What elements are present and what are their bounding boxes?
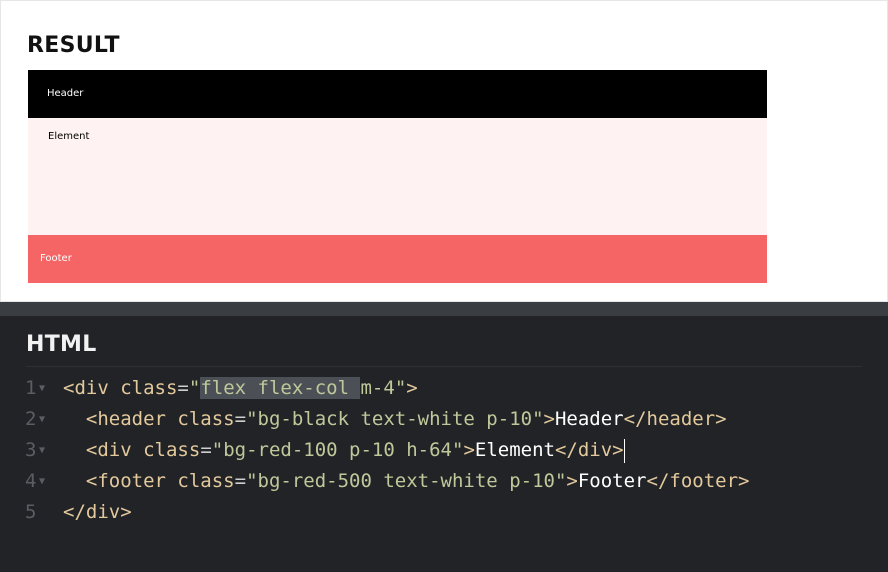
line-number: 3 ▼ (25, 435, 61, 466)
line-number: 5 (25, 501, 37, 523)
chevron-down-icon[interactable]: ▼ (39, 404, 45, 435)
code-line-text: <div class="flex flex-col m-4"> (63, 377, 418, 399)
code-line-text: <header class="bg-black text-white p-10"… (85, 408, 727, 430)
code-line-text: </div> (63, 501, 132, 523)
code-line-text: <footer class="bg-red-500 text-white p-1… (85, 470, 750, 492)
code-editor[interactable]: 1 ▼ <div class="flex flex-col m-4"> 2 ▼ <h… (0, 373, 888, 528)
code-line-text: <div class="bg-red-100 p-10 h-64">Elemen… (85, 438, 625, 463)
chevron-down-icon[interactable]: ▼ (39, 466, 45, 497)
preview-header-text: Header (47, 88, 84, 99)
preview-header: Header (28, 70, 767, 118)
title-divider (26, 366, 862, 367)
code-line[interactable]: 5 </div> (0, 497, 888, 528)
line-number: 2 ▼ (25, 404, 61, 435)
preview-element-text: Element (48, 131, 90, 142)
result-title: RESULT (27, 33, 120, 58)
pane-divider[interactable] (0, 302, 888, 316)
text-cursor (623, 438, 625, 463)
chevron-down-icon[interactable]: ▼ (39, 435, 45, 466)
preview-element: Element (28, 118, 767, 235)
result-preview: Header Element Footer (28, 70, 767, 283)
line-number: 4 ▼ (25, 466, 61, 497)
text-selection: flex flex-col (200, 377, 361, 399)
code-line[interactable]: 3 ▼ <div class="bg-red-100 p-10 h-64">Ele… (0, 435, 888, 466)
line-number: 1 ▼ (25, 373, 61, 404)
html-panel: HTML 1 ▼ <div class="flex flex-col m-4"> … (0, 316, 888, 572)
code-line[interactable]: 1 ▼ <div class="flex flex-col m-4"> (0, 373, 888, 404)
code-line[interactable]: 4 ▼ <footer class="bg-red-500 text-white … (0, 466, 888, 497)
chevron-down-icon[interactable]: ▼ (39, 373, 45, 404)
result-panel: RESULT Header Element Footer (0, 0, 888, 302)
code-line[interactable]: 2 ▼ <header class="bg-black text-white p-… (0, 404, 888, 435)
preview-footer-text: Footer (40, 253, 72, 264)
preview-footer: Footer (28, 235, 767, 283)
html-title: HTML (26, 332, 97, 357)
